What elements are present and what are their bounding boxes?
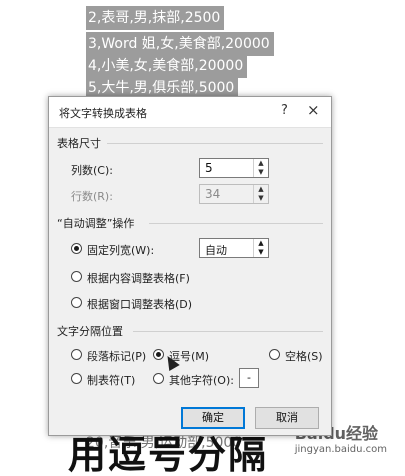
space-label[interactable]: 空格(S)	[285, 348, 323, 364]
fit-window-radio[interactable]	[71, 297, 82, 308]
dialog-title: 将文字转换成表格	[59, 107, 147, 120]
spinner-buttons: ▲ ▼	[253, 159, 268, 177]
fit-content-radio[interactable]	[71, 271, 82, 282]
other-char-label[interactable]: 其他字符(O):	[169, 372, 234, 388]
columns-spinner[interactable]: 5 ▲ ▼	[199, 158, 269, 178]
spinner-buttons: ▲ ▼	[253, 185, 268, 203]
spin-down-icon: ▼	[258, 194, 264, 202]
cancel-button[interactable]: 取消	[255, 407, 319, 429]
tab-label[interactable]: 制表符(T)	[87, 372, 135, 388]
rows-label: 行数(R):	[71, 190, 113, 203]
dialog-titlebar[interactable]: 将文字转换成表格 ? ×	[49, 97, 331, 128]
spin-up-icon[interactable]: ▲	[254, 239, 268, 248]
paragraph-mark-label[interactable]: 段落标记(P)	[87, 348, 146, 364]
tab-radio[interactable]	[71, 373, 82, 384]
fixed-width-label[interactable]: 固定列宽(W):	[87, 242, 154, 258]
rows-value: 34	[205, 187, 221, 201]
section-autofit: “自动调整”操作	[57, 217, 135, 230]
ok-button[interactable]: 确定	[181, 407, 245, 429]
document-line: 2,表哥,男,抹部,2500	[86, 6, 225, 30]
spin-up-icon[interactable]: ▲	[254, 159, 268, 168]
document-line: 4,小美,女,美食部,20000	[86, 54, 248, 78]
close-icon[interactable]: ×	[307, 101, 320, 119]
help-icon[interactable]: ?	[281, 103, 288, 118]
section-divider	[107, 143, 323, 144]
paragraph-mark-radio[interactable]	[71, 349, 82, 360]
fixed-width-value: 自动	[205, 244, 227, 257]
fixed-width-select[interactable]: 自动 ▲ ▼	[199, 238, 269, 258]
section-table-size: 表格尺寸	[57, 137, 101, 150]
caption-text: 用逗号分隔	[68, 436, 269, 476]
spinner-buttons: ▲ ▼	[253, 239, 268, 257]
columns-value: 5	[205, 161, 213, 175]
section-divider	[133, 331, 323, 332]
columns-label: 列数(C):	[71, 164, 113, 177]
document-line: 3,Word 姐,女,美食部,20000	[86, 32, 274, 56]
spin-up-icon: ▲	[258, 185, 264, 193]
fit-window-label[interactable]: 根据窗口调整表格(D)	[87, 296, 192, 312]
other-char-input[interactable]: -	[239, 368, 259, 388]
section-separator: 文字分隔位置	[57, 325, 123, 338]
rows-spinner: 34 ▲ ▼	[199, 184, 269, 204]
fit-content-label[interactable]: 根据内容调整表格(F)	[87, 270, 190, 286]
fixed-width-radio[interactable]	[71, 243, 82, 254]
watermark-sub: jingyan.baidu.com	[294, 444, 387, 455]
section-divider	[149, 223, 323, 224]
space-radio[interactable]	[269, 349, 280, 360]
spin-down-icon[interactable]: ▼	[254, 168, 268, 177]
other-char-radio[interactable]	[153, 373, 164, 384]
spin-down-icon[interactable]: ▼	[254, 248, 268, 257]
convert-text-to-table-dialog: 将文字转换成表格 ? × 表格尺寸 列数(C): 5 ▲ ▼ 行数(R): 34…	[48, 96, 332, 436]
